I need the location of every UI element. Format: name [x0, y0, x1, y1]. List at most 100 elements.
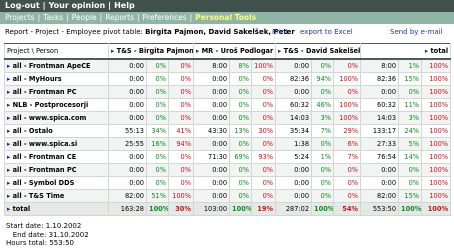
hours-cell: 60:32 [360, 97, 400, 112]
hours-cell: 1:38 [275, 136, 313, 151]
percent-cell: 30% [251, 123, 277, 138]
row-label[interactable]: ▸ all - Symbol DDS [4, 175, 109, 190]
table-row: ▸ all - Frontman PC 0:00 0% 0% 0:00 0% 0% 0:00 0… [4, 84, 452, 99]
table-row: ▸ all - www.spica.com 0:00 0% 0% 0:00 0% 0% 14:… [4, 110, 452, 125]
hours-cell: 0:00 [108, 162, 147, 177]
percent-cell: 0% [167, 58, 195, 73]
row-label[interactable]: ▸ all - www.spica.si [4, 136, 109, 151]
hours-cell: 25:55 [108, 136, 147, 151]
percent-cell: 100% [333, 97, 362, 112]
percent-cell: 0% [167, 175, 195, 190]
hours-cell: 82:00 [108, 188, 147, 203]
top-link-help[interactable]: Help [114, 0, 135, 12]
table-header-row: Project \ Person ▸ T&S - Birgita Pajmon … [4, 43, 452, 60]
hours-cell: 0:00 [108, 97, 147, 112]
percent-cell: 0% [311, 188, 335, 203]
percent-cell: 46% [311, 97, 335, 112]
menu-item-reports[interactable]: Reports [105, 12, 134, 24]
row-label[interactable]: ▸ all - Ostalo [4, 123, 109, 138]
row-label[interactable]: ▸ all - Frontman CE [4, 149, 109, 164]
row-label[interactable]: ▸ all - T&S Time [4, 188, 109, 203]
percent-cell: 0% [251, 175, 277, 190]
percent-cell: 0% [333, 162, 362, 177]
row-label-text: all - Frontman CE [12, 152, 77, 161]
column-header[interactable]: ▸ T&S - Birgita Pajmon [107, 43, 195, 60]
percent-cell: 0% [146, 162, 169, 177]
percent-cell: 0% [398, 162, 423, 177]
hours-cell: 553:50 [360, 201, 400, 216]
hours-total-label: Hours total: [6, 239, 48, 247]
hours-cell: 0:00 [275, 58, 313, 73]
percent-cell: 100% [398, 201, 423, 216]
menu-item-tasks[interactable]: Tasks [43, 12, 63, 24]
percent-cell: 0% [251, 84, 277, 99]
hours-cell: 0:00 [275, 188, 313, 203]
start-date-label: Start date: [6, 222, 44, 230]
export-excel-link[interactable]: export to Excel [300, 27, 353, 38]
row-label[interactable]: ▸ all - MyHours [4, 71, 109, 86]
hours-cell: 0:00 [108, 110, 147, 125]
percent-cell: 100% [421, 110, 452, 125]
hours-cell: 163:28 [108, 201, 147, 216]
hours-cell: 287:02 [275, 201, 313, 216]
hours-cell: 14:03 [360, 110, 400, 125]
column-header[interactable]: ▸ MR - Uroš Podlogar [193, 43, 277, 60]
percent-cell: 0% [146, 175, 169, 190]
menu-item-personal-tools[interactable]: Personal Tools [195, 12, 256, 24]
percent-cell: 15% [398, 188, 423, 203]
hours-cell: 0:00 [193, 110, 231, 125]
hours-cell: 8:00 [193, 58, 231, 73]
percent-cell: 24% [398, 123, 423, 138]
print-link[interactable]: Print [272, 27, 288, 38]
percent-cell: 100% [421, 201, 452, 216]
hours-cell: 0:00 [108, 149, 147, 164]
row-label[interactable]: ▸ all - Frontman PC [4, 84, 109, 99]
row-label-text: NLB - Postprocesorji [12, 100, 89, 109]
end-date-value: 31.10.2002 [48, 230, 89, 239]
percent-cell: 100% [311, 201, 335, 216]
percent-cell: 34% [146, 123, 169, 138]
percent-cell: 100% [421, 97, 452, 112]
percent-cell: 0% [251, 97, 277, 112]
top-link-your-opinion[interactable]: Your opinion [49, 0, 106, 12]
percent-cell: 0% [167, 84, 195, 99]
percent-cell: 100% [421, 149, 452, 164]
table-row: ▸ all - Frontman PC 0:00 0% 0% 0:00 0% 0% 0:00 0… [4, 162, 452, 177]
percent-cell: 0% [229, 162, 253, 177]
percent-cell: 100% [421, 136, 452, 151]
percent-cell: 6% [333, 136, 362, 151]
start-date-value: 1.10.2002 [45, 222, 82, 230]
row-label[interactable]: ▸ total [4, 201, 109, 216]
column-header[interactable]: ▸ T&S - David Sakelšek [275, 43, 362, 60]
percent-cell: 69% [229, 149, 253, 164]
separator: | [136, 13, 140, 22]
send-email-link[interactable]: Send by e-mail [390, 27, 443, 38]
percent-cell: 51% [146, 188, 169, 203]
top-link-log-out[interactable]: Log-out [5, 0, 40, 12]
percent-cell: 0% [311, 136, 335, 151]
table-row: ▸ all - Frontman ApeCE 0:00 0% 0% 8:00 8% 100%… [4, 58, 452, 73]
percent-cell: 54% [333, 201, 362, 216]
row-label[interactable]: ▸ all - Frontman ApeCE [4, 58, 109, 73]
row-label-text: all - MyHours [12, 74, 62, 83]
percent-cell: 0% [229, 136, 253, 151]
menu-item-projects[interactable]: Projects [5, 12, 35, 24]
hours-cell: 82:00 [360, 188, 400, 203]
percent-cell: 0% [311, 58, 335, 73]
menu-item-people[interactable]: People [72, 12, 97, 24]
percent-cell: 0% [229, 175, 253, 190]
row-label[interactable]: ▸ all - Frontman PC [4, 162, 109, 177]
separator: | [66, 13, 69, 22]
main-menu-bar: Projects | Tasks | People | Reports | Preference… [0, 12, 454, 24]
row-label-text: total [12, 204, 31, 213]
hours-cell: 0:00 [275, 84, 313, 99]
separator: | [99, 13, 103, 22]
hours-cell: 0:00 [193, 71, 231, 86]
column-header-total[interactable]: ▸ total [360, 43, 452, 60]
table-row: ▸ all - Symbol DDS 0:00 0% 0% 0:00 0% 0% 0:00 0%… [4, 175, 452, 190]
row-label[interactable]: ▸ NLB - Postprocesorji [4, 97, 109, 112]
percent-cell: 0% [229, 71, 253, 86]
row-label[interactable]: ▸ all - www.spica.com [4, 110, 109, 125]
percent-cell: 14% [398, 149, 423, 164]
menu-item-preferences[interactable]: Preferences [143, 12, 187, 24]
